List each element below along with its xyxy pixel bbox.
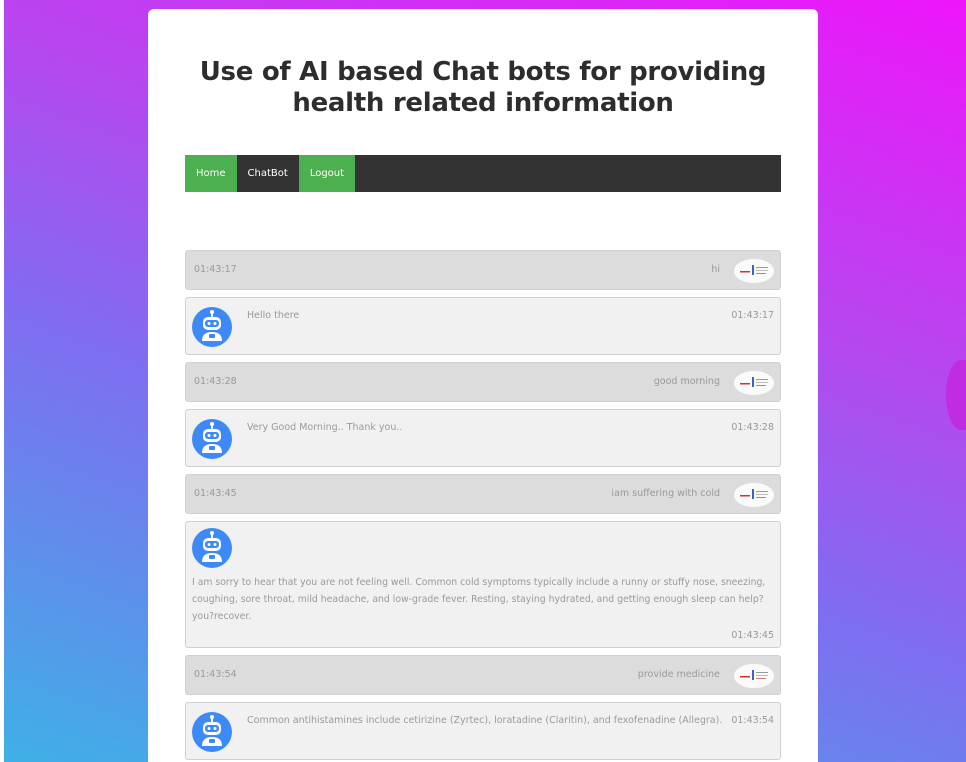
chat-log: 01:43:17 hi Hello there 01:43:17 01:43:2… [185, 250, 781, 762]
user-avatar [734, 259, 774, 283]
bot-message: I am sorry to hear that you are not feel… [185, 521, 781, 648]
robot-icon [192, 712, 232, 752]
user-avatar [734, 483, 774, 507]
message-text: iam suffering with cold [611, 488, 720, 499]
message-time: 01:43:17 [194, 264, 237, 275]
message-time: 01:43:28 [731, 422, 774, 433]
bot-message: Common antihistamines include cetirizine… [185, 702, 781, 760]
user-message: 01:43:28 good morning [185, 362, 781, 402]
message-text: provide medicine [637, 669, 720, 680]
user-avatar [734, 371, 774, 395]
user-message: 01:43:17 hi [185, 250, 781, 290]
navbar: Home ChatBot Logout [185, 155, 781, 192]
message-text: Very Good Morning.. Thank you.. [247, 422, 403, 433]
message-time: 01:43:54 [731, 715, 774, 726]
title-line-2: health related information [292, 88, 674, 118]
title-line-1: Use of AI based Chat bots for providing [199, 57, 767, 87]
nav-logout[interactable]: Logout [298, 155, 356, 192]
message-time: 01:43:28 [194, 376, 237, 387]
message-text: good morning [653, 376, 720, 387]
bot-message: Hello there 01:43:17 [185, 297, 781, 355]
robot-icon [192, 528, 232, 568]
message-text: I am sorry to hear that you are not feel… [192, 577, 766, 622]
message-text: Common antihistamines include cetirizine… [247, 715, 723, 726]
message-text: Hello there [247, 310, 300, 321]
page-title: Use of AI based Chat bots for providing … [178, 57, 788, 119]
main-card: Use of AI based Chat bots for providing … [148, 9, 818, 762]
nav-home[interactable]: Home [185, 155, 237, 192]
message-time: 01:43:45 [731, 630, 774, 641]
user-message: 01:43:54 provide medicine [185, 655, 781, 695]
robot-icon [192, 307, 232, 347]
robot-icon [192, 419, 232, 459]
message-text: hi [711, 264, 720, 275]
message-time: 01:43:54 [194, 669, 237, 680]
message-time: 01:43:45 [194, 488, 237, 499]
bot-message: Very Good Morning.. Thank you.. 01:43:28 [185, 409, 781, 467]
user-message: 01:43:45 iam suffering with cold [185, 474, 781, 514]
user-avatar [734, 664, 774, 688]
message-time: 01:43:17 [731, 310, 774, 321]
nav-chatbot[interactable]: ChatBot [237, 155, 299, 192]
